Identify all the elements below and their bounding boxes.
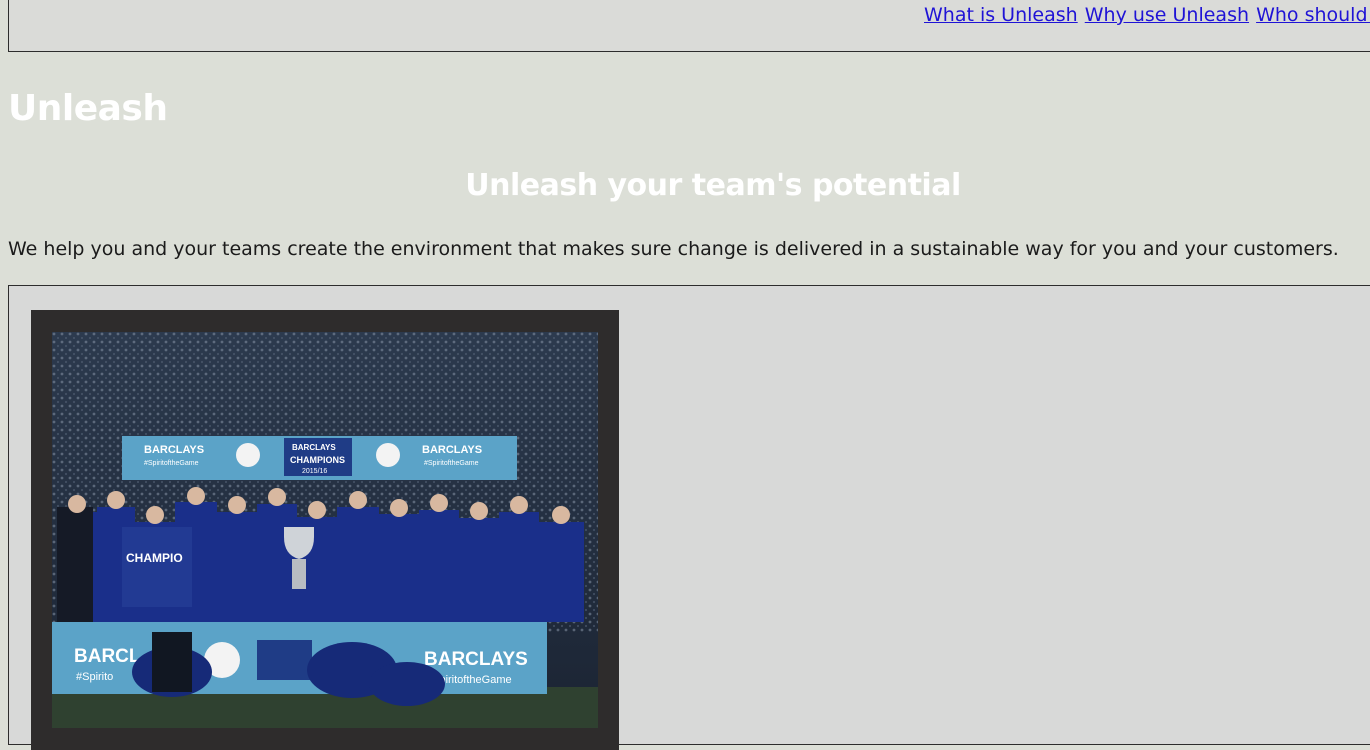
- site-title: Unleash: [8, 88, 168, 129]
- scarf-text: CHAMPIO: [126, 551, 183, 565]
- tagline-heading: Unleash your team's potential: [465, 168, 961, 203]
- banner-top-left-subtext: #SpiritoftheGame: [144, 460, 199, 467]
- nav-link-who-should-use[interactable]: Who should use: [1256, 4, 1370, 26]
- nav-link-what-is-unleash[interactable]: What is Unleash: [924, 4, 1078, 26]
- content-panel: BARCLAYS #SpiritoftheGame BARCLAYS CHAMP…: [8, 285, 1370, 750]
- banner-bottom-right-text: BARCLAYS: [424, 649, 528, 670]
- banner-top-left-text: BARCLAYS: [144, 444, 204, 456]
- intro-paragraph: We help you and your teams create the en…: [8, 238, 1339, 260]
- banner-bottom-left-text: BARCL: [74, 646, 141, 667]
- nav-link-why-use-unleash[interactable]: Why use Unleash: [1085, 4, 1249, 26]
- banner-center-main-text: CHAMPIONS: [290, 455, 345, 465]
- photo-frame: BARCLAYS #SpiritoftheGame BARCLAYS CHAMP…: [31, 310, 619, 750]
- banner-center-top-text: BARCLAYS: [292, 443, 336, 452]
- top-nav-bar: What is Unleash Why use Unleash Who shou…: [8, 0, 1370, 52]
- banner-top-right-text: BARCLAYS: [422, 444, 482, 456]
- banner-bottom-left-subtext: #Spirito: [76, 671, 113, 683]
- nav-links: What is Unleash Why use Unleash Who shou…: [924, 4, 1370, 26]
- banner-top-right-subtext: #SpiritoftheGame: [424, 460, 479, 467]
- banner-center-sub-text: 2015/16: [302, 468, 327, 475]
- team-celebration-photo: BARCLAYS #SpiritoftheGame BARCLAYS CHAMP…: [52, 332, 598, 728]
